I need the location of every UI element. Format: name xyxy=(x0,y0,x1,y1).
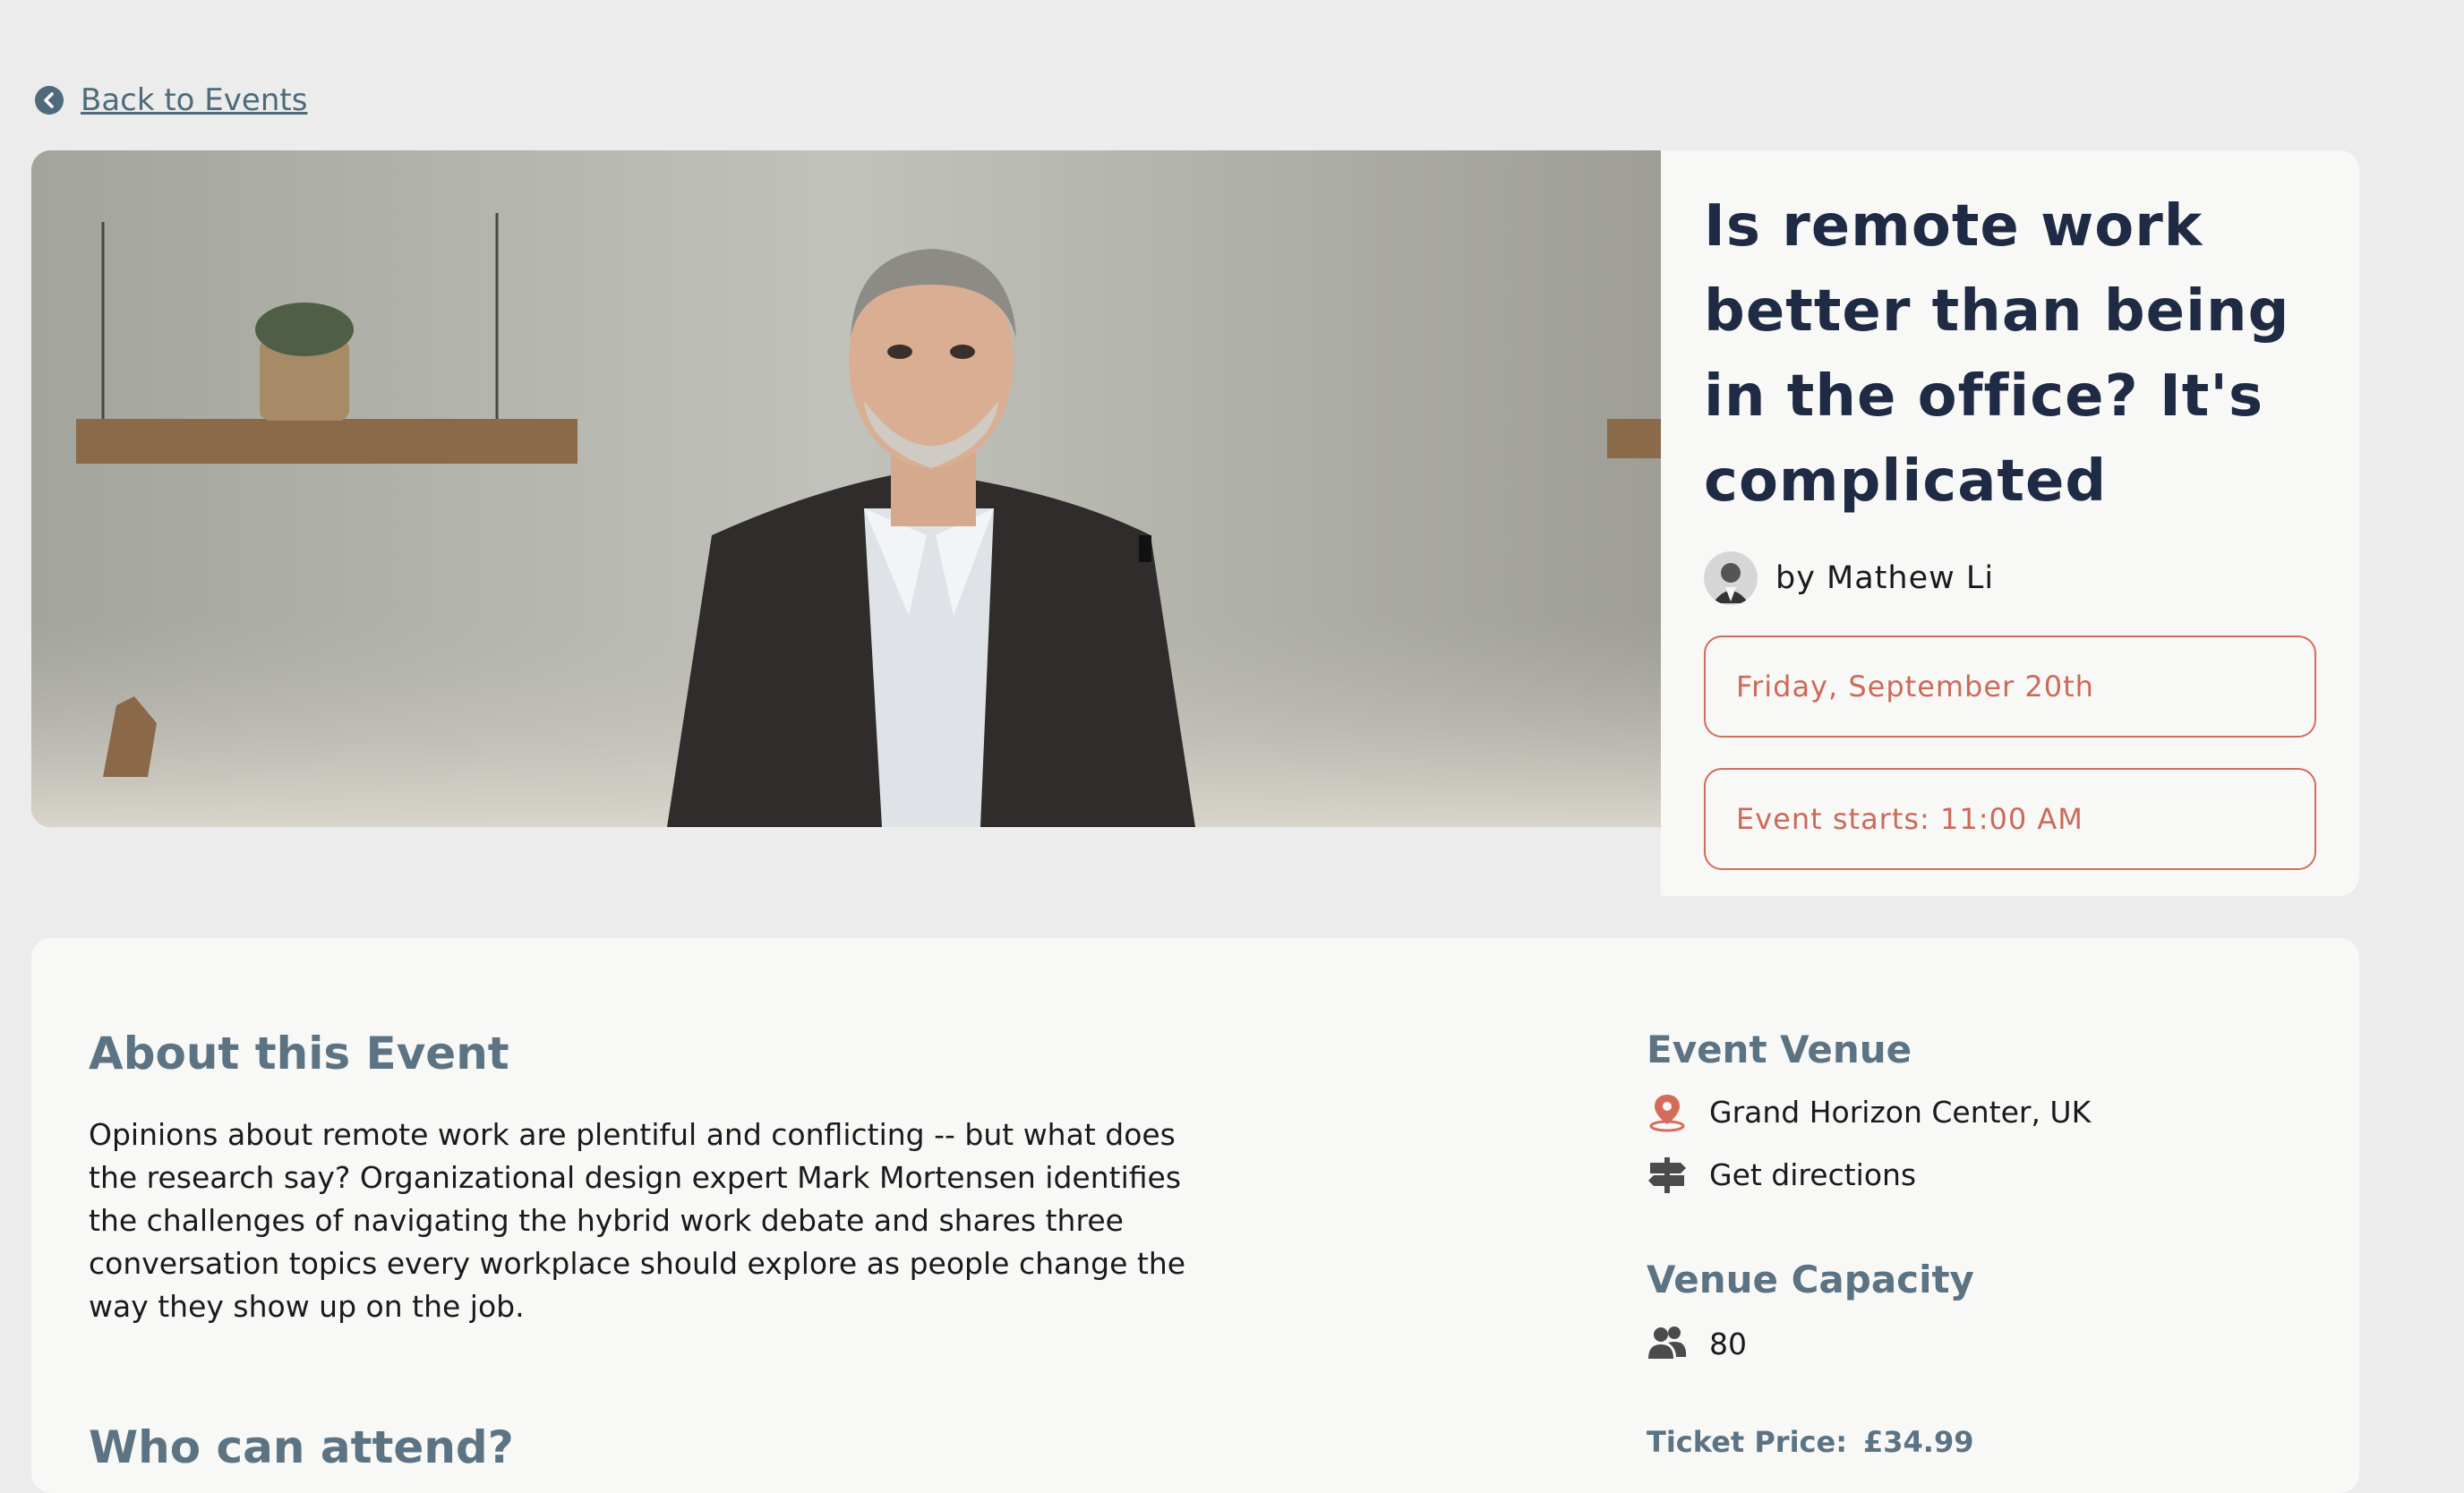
ticket-price-value: £34.99 xyxy=(1863,1425,1974,1459)
event-start-time-badge: Event starts: 11:00 AM xyxy=(1704,768,2316,870)
capacity-heading: Venue Capacity xyxy=(1647,1258,1974,1301)
about-description: Opinions about remote work are plentiful… xyxy=(89,1117,1186,1324)
about-heading: About this Event xyxy=(89,1028,509,1079)
capacity-row: 80 xyxy=(1647,1323,2327,1364)
venue-heading: Event Venue xyxy=(1647,1028,1912,1071)
capacity-value: 80 xyxy=(1709,1326,1747,1361)
event-sidebar: Event Venue Grand Horizon Center, UK Get… xyxy=(1647,1028,2327,1459)
chevron-left-circle-icon xyxy=(35,86,64,115)
people-icon xyxy=(1647,1323,1688,1364)
back-to-events-link[interactable]: Back to Events xyxy=(34,82,307,118)
event-date-badge: Friday, September 20th xyxy=(1704,636,2316,738)
author-name: by Mathew Li xyxy=(1775,560,1995,596)
event-hero-image xyxy=(31,150,1661,827)
author-row: by Mathew Li xyxy=(1704,551,2316,605)
event-details-card: About this Event Opinions about remote w… xyxy=(31,938,2359,1493)
ticket-price-label: Ticket Price: xyxy=(1647,1425,1847,1459)
event-title: Is remote work better than being in the … xyxy=(1704,193,2290,515)
signpost-icon xyxy=(1647,1154,1688,1195)
who-can-attend-heading: Who can attend? xyxy=(89,1421,514,1473)
back-link-label: Back to Events xyxy=(81,82,308,118)
map-pin-icon xyxy=(1647,1091,1688,1132)
ticket-price-row: Ticket Price: £34.99 xyxy=(1647,1425,2327,1459)
author-avatar xyxy=(1704,551,1758,605)
get-directions-label: Get directions xyxy=(1709,1156,1917,1192)
event-title-card: Is remote work better than being in the … xyxy=(1661,150,2359,896)
get-directions-link[interactable]: Get directions xyxy=(1647,1154,2327,1195)
venue-name: Grand Horizon Center, UK xyxy=(1709,1094,2092,1130)
venue-row: Grand Horizon Center, UK xyxy=(1647,1091,2327,1132)
